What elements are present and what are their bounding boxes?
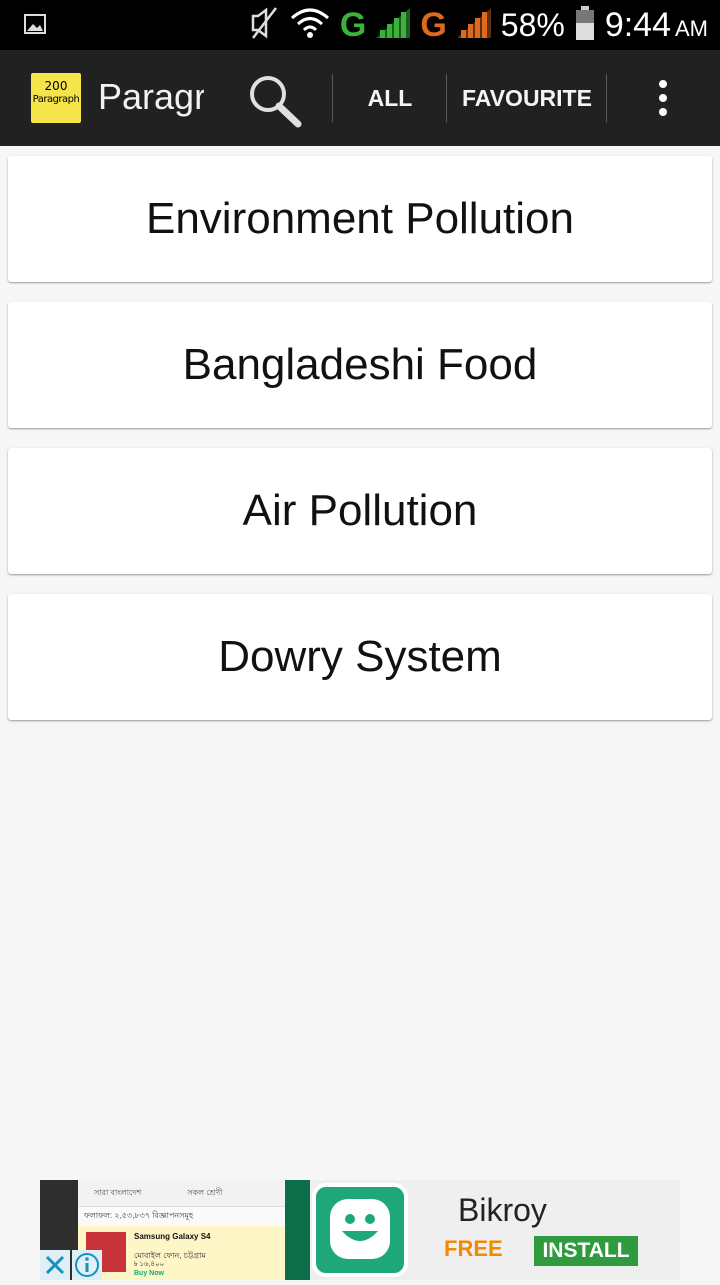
tab-all[interactable]: ALL: [334, 50, 446, 146]
overflow-menu-button[interactable]: [648, 80, 678, 118]
clock-time: 9:44: [604, 5, 671, 44]
wifi-icon: [290, 8, 330, 43]
list-item[interactable]: Dowry System: [8, 594, 712, 720]
ad-price: FREE: [444, 1236, 503, 1261]
app-logo[interactable]: 200 Paragraph: [31, 73, 81, 123]
ad-preview-product: Samsung Galaxy S4: [134, 1232, 211, 1241]
clock: 9:44 AM: [605, 6, 708, 45]
list-item-label: Environment Pollution: [145, 194, 574, 243]
network-type-1: G: [339, 6, 367, 44]
list-item[interactable]: Air Pollution: [8, 448, 712, 574]
list-item-label: Air Pollution: [242, 486, 478, 535]
app-title: Paragraph: [98, 76, 204, 117]
search-icon: [246, 76, 306, 132]
battery-percent: 58%: [500, 6, 565, 43]
ad-preview-category: সকল শ্রেণী: [187, 1188, 223, 1197]
ad-close-button[interactable]: [40, 1250, 70, 1280]
app-bar: 200 Paragraph Paragraph ALL FAVOURITE: [0, 50, 720, 146]
ad-preview-price: ৳ ১৬,৪০০: [134, 1261, 165, 1268]
signal-icon: [456, 7, 491, 43]
clock-ampm: AM: [675, 15, 708, 41]
ad-app-name: Bikroy: [458, 1192, 547, 1228]
ad-preview-location: সারা বাংলাদেশ: [94, 1188, 142, 1197]
search-button[interactable]: [246, 72, 306, 128]
signal-icon: [376, 7, 411, 43]
ad-divider: [285, 1180, 310, 1280]
status-bar: G G 58% 9:44 AM: [0, 0, 720, 50]
divider: [446, 74, 447, 122]
mute-icon: [250, 6, 280, 45]
info-icon: [72, 1253, 102, 1284]
ad-preview-results: ফলাফল: ২,৫৩,৮৩৭ বিজ্ঞাপনসমূহ: [84, 1211, 194, 1220]
overflow-menu-icon: [648, 80, 678, 116]
status-icons: G G 58% 9:44 AM: [250, 0, 708, 50]
list-item-label: Dowry System: [218, 632, 502, 681]
close-icon: [40, 1255, 70, 1284]
tab-favourite[interactable]: FAVOURITE: [448, 50, 606, 146]
ad-info-button[interactable]: [72, 1250, 102, 1280]
battery-icon: [575, 5, 595, 45]
image-icon: [24, 13, 46, 40]
bikroy-logo-icon: [312, 1183, 408, 1277]
list-item[interactable]: Bangladeshi Food: [8, 302, 712, 428]
divider: [332, 74, 333, 122]
logo-line-1: 200: [44, 79, 68, 93]
list-item-label: Bangladeshi Food: [182, 340, 538, 389]
list-item[interactable]: Environment Pollution: [8, 156, 712, 282]
ad-preview-buy: Buy Now: [134, 1270, 164, 1277]
divider: [606, 74, 607, 122]
network-type-2: G: [420, 6, 447, 44]
ad-install-button[interactable]: INSTALL: [534, 1236, 638, 1266]
paragraph-list: Environment Pollution Bangladeshi Food A…: [8, 156, 712, 740]
logo-line-2: Paragraph: [32, 94, 80, 105]
